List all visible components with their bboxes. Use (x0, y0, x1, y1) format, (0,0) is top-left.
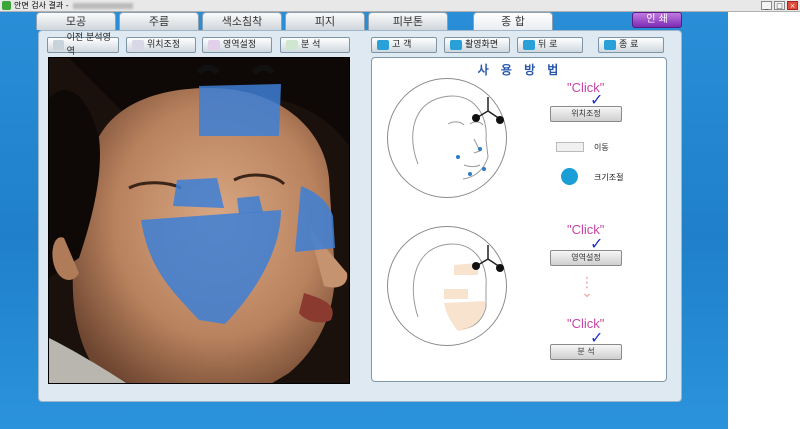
analyze-button[interactable]: 분 석 (280, 37, 350, 53)
tab-sebum[interactable]: 피지 (285, 12, 365, 30)
customer-button[interactable]: 고 객 (371, 37, 437, 53)
prev-area-button[interactable]: 이전 분석영역 (47, 33, 119, 57)
face-outline-icon (412, 95, 504, 180)
title-bar: 안면 검사 결과 - _ □ × (0, 0, 800, 12)
resize-legend-label: 크기조절 (594, 173, 624, 182)
empty-area (728, 12, 800, 429)
maximize-button[interactable]: □ (774, 1, 785, 10)
exit-button[interactable]: 종 료 (598, 37, 664, 53)
tab-overall[interactable]: 종 합 (473, 12, 553, 30)
power-icon (604, 40, 616, 50)
move-legend-label: 이동 (594, 143, 609, 152)
back-arrow-icon (523, 40, 535, 50)
face-area-icon (208, 40, 220, 50)
guide-position-button[interactable]: 위치조정 (550, 106, 622, 122)
move-icon (132, 40, 144, 50)
resize-dot-icon (561, 168, 578, 185)
app-icon (2, 1, 11, 10)
print-button[interactable]: 인 쇄 (632, 12, 682, 28)
window-title: 안면 검사 결과 - (14, 0, 133, 12)
tab-bar: 모공 주름 색소침착 피지 피부톤 종 합 (36, 12, 553, 30)
move-legend-swatch (556, 142, 584, 152)
customer-icon (377, 40, 389, 50)
tab-pigmentation[interactable]: 색소침착 (202, 12, 282, 30)
guide-area-button[interactable]: 영역설정 (550, 250, 622, 266)
face-area-outline-icon (412, 243, 504, 331)
face-illustration (49, 58, 349, 383)
back-button[interactable]: 뒤 로 (517, 37, 583, 53)
face-diagram-circle (387, 78, 507, 198)
minimize-button[interactable]: _ (761, 1, 772, 10)
guide-analyze-button[interactable]: 분 석 (550, 344, 622, 360)
usage-guide-panel: 사 용 방 법 "Click" ✓ 위치조정 이동 크기조절 "Click" ✓… (371, 57, 667, 382)
capture-screen-button[interactable]: 촬영화면 (444, 37, 510, 53)
close-button[interactable]: × (787, 1, 798, 10)
position-adjust-button[interactable]: 위치조정 (126, 37, 196, 53)
chart-icon (286, 40, 298, 50)
tab-pores[interactable]: 모공 (36, 12, 116, 30)
face-area-diagram-circle (387, 226, 507, 346)
guide-title: 사 용 방 법 (477, 63, 563, 77)
area-setting-button[interactable]: 영역설정 (202, 37, 272, 53)
tab-skin-tone[interactable]: 피부톤 (368, 12, 448, 30)
arrow-down-icon: ⋮ ⌄ (580, 275, 594, 301)
tab-wrinkles[interactable]: 주름 (119, 12, 199, 30)
grid-icon (53, 40, 64, 50)
camera-icon (450, 40, 462, 50)
face-photo (48, 57, 350, 384)
